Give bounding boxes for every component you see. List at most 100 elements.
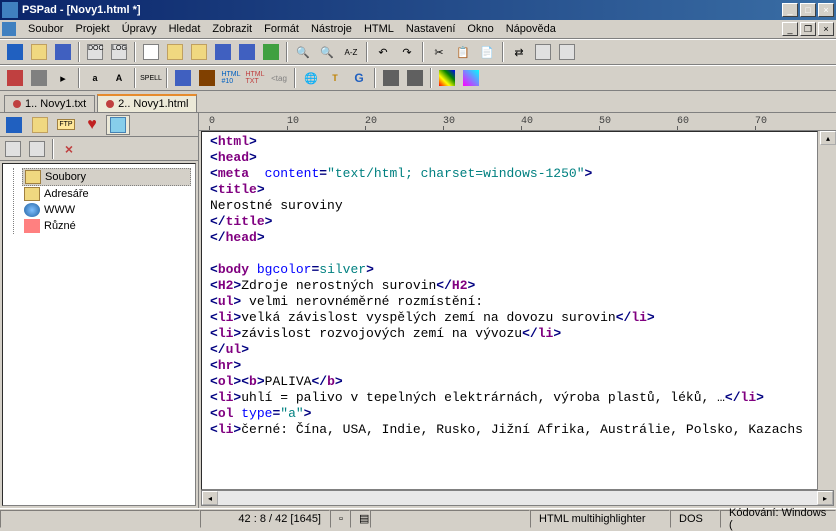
minimize-button[interactable]: _ <box>782 3 798 17</box>
menu-formát[interactable]: Formát <box>258 21 305 37</box>
scroll-up-button[interactable]: ▴ <box>820 131 836 145</box>
tab-label: 1.. Novy1.txt <box>25 98 86 110</box>
tree-item[interactable]: Různé <box>22 218 191 234</box>
scroll-left-button[interactable]: ◂ <box>202 491 218 505</box>
vertical-scrollbar[interactable]: ▴ <box>820 131 836 490</box>
mdi-minimize-button[interactable]: _ <box>782 22 798 36</box>
globe-icon <box>24 203 40 217</box>
mdi-restore-button[interactable]: ❐ <box>800 22 816 36</box>
copy-button[interactable]: 📋 <box>452 41 474 63</box>
log-button[interactable]: LOG <box>108 41 130 63</box>
undo-button[interactable]: ↶ <box>372 41 394 63</box>
find-button[interactable]: 🔍 <box>292 41 314 63</box>
menu-zobrazit[interactable]: Zobrazit <box>206 21 258 37</box>
code-line: <html> <box>210 134 809 150</box>
save-file-button[interactable] <box>212 41 234 63</box>
file-tab[interactable]: 1.. Novy1.txt <box>4 95 95 112</box>
record-button[interactable] <box>28 67 50 89</box>
panel-tab-fav[interactable]: ♥ <box>80 115 104 135</box>
block1-button[interactable] <box>380 67 402 89</box>
tree-item[interactable]: WWW <box>22 202 191 218</box>
status-icon1[interactable]: ▫ <box>330 510 350 528</box>
status-icon2[interactable]: ▤ <box>350 510 370 528</box>
panel-tab-ftp[interactable]: FTP <box>54 115 78 135</box>
modified-icon <box>106 100 114 108</box>
menu-nastavení[interactable]: Nastavení <box>400 21 462 37</box>
mdi-close-button[interactable]: × <box>818 22 834 36</box>
panel-tab-project[interactable] <box>106 115 130 135</box>
open-special-button[interactable] <box>188 41 210 63</box>
save-all-button[interactable] <box>236 41 258 63</box>
tool2-button[interactable] <box>196 67 218 89</box>
close-file-button[interactable] <box>260 41 282 63</box>
case-upper-button[interactable]: a <box>84 67 106 89</box>
tree-item[interactable]: Soubory <box>22 168 191 186</box>
spell-button[interactable]: SPELL <box>140 67 162 89</box>
menu-nástroje[interactable]: Nástroje <box>305 21 358 37</box>
file-button[interactable]: DOC <box>84 41 106 63</box>
tree-item[interactable]: Adresáře <box>22 186 191 202</box>
color-button[interactable] <box>436 67 458 89</box>
play-button[interactable]: ▸ <box>52 67 74 89</box>
print2-button[interactable] <box>556 41 578 63</box>
panel-open-button[interactable] <box>26 138 48 160</box>
code-line: <ul> velmi nerovnéměrné rozmístění: <box>210 294 809 310</box>
menu-soubor[interactable]: Soubor <box>22 21 69 37</box>
tidy-button[interactable]: T <box>324 67 346 89</box>
panel-tab-folder[interactable] <box>28 115 52 135</box>
open-file-button[interactable] <box>164 41 186 63</box>
close-button[interactable]: × <box>818 3 834 17</box>
status-encoding: Kódování: Windows ( <box>720 510 836 528</box>
statusbar: 42 : 8 / 42 [1645] ▫ ▤ HTML multihighlig… <box>0 508 836 528</box>
menu-úpravy[interactable]: Úpravy <box>116 21 163 37</box>
paste-button[interactable]: 📄 <box>476 41 498 63</box>
menu-projekt[interactable]: Projekt <box>69 21 115 37</box>
panel-tabs: FTP ♥ <box>0 113 198 137</box>
new-project-button[interactable] <box>4 41 26 63</box>
code-line: <H2>Zdroje nerostných surovin</H2> <box>210 278 809 294</box>
status-lineend: DOS <box>670 510 720 528</box>
redo-button[interactable]: ↷ <box>396 41 418 63</box>
tool1-button[interactable] <box>172 67 194 89</box>
tag-button[interactable]: <tag <box>268 67 290 89</box>
panel-delete-button[interactable]: × <box>58 138 80 160</box>
file-tab[interactable]: 2.. Novy1.html <box>97 94 197 112</box>
code-editor[interactable]: <html><head><meta content="text/html; ch… <box>201 131 818 490</box>
code-line: <title> <box>210 182 809 198</box>
menu-okno[interactable]: Okno <box>461 21 499 37</box>
menu-html[interactable]: HTML <box>358 21 400 37</box>
menu-hledat[interactable]: Hledat <box>163 21 207 37</box>
scroll-right-button[interactable]: ▸ <box>817 491 833 505</box>
code-line: <head> <box>210 150 809 166</box>
menu-nápověda[interactable]: Nápověda <box>500 21 562 37</box>
macro-button[interactable] <box>4 67 26 89</box>
cut-button[interactable]: ✂ <box>428 41 450 63</box>
modified-icon <box>13 100 21 108</box>
sort-button[interactable]: A-Z <box>340 41 362 63</box>
globe-button[interactable]: 🌐 <box>300 67 322 89</box>
code-line: <ol><b>PALIVA</b> <box>210 374 809 390</box>
tree-label: Různé <box>44 220 76 232</box>
case-lower-button[interactable]: A <box>108 67 130 89</box>
block2-button[interactable] <box>404 67 426 89</box>
html-txt-button[interactable]: HTMLTXT <box>244 67 266 89</box>
maximize-button[interactable]: □ <box>800 3 816 17</box>
folder-icon <box>24 187 40 201</box>
html-num-button[interactable]: HTML#10 <box>220 67 242 89</box>
new-file-button[interactable] <box>140 41 162 63</box>
panel-tab-new[interactable] <box>2 115 26 135</box>
open-project-button[interactable] <box>28 41 50 63</box>
panel-new-button[interactable] <box>2 138 24 160</box>
misc-icon <box>24 219 40 233</box>
project-tree[interactable]: Soubory AdresářeWWW Různé <box>2 163 196 506</box>
file-tabs: 1.. Novy1.txt 2.. Novy1.html <box>0 91 836 113</box>
print-button[interactable] <box>532 41 554 63</box>
palette-button[interactable] <box>460 67 482 89</box>
google-button[interactable]: G <box>348 67 370 89</box>
code-line <box>210 246 809 262</box>
save-project-button[interactable] <box>52 41 74 63</box>
tree-label: Soubory <box>45 171 86 183</box>
find-files-button[interactable]: 🔍 <box>316 41 338 63</box>
horizontal-scrollbar[interactable]: ◂ ▸ <box>201 490 834 506</box>
swap-button[interactable]: ⇄ <box>508 41 530 63</box>
